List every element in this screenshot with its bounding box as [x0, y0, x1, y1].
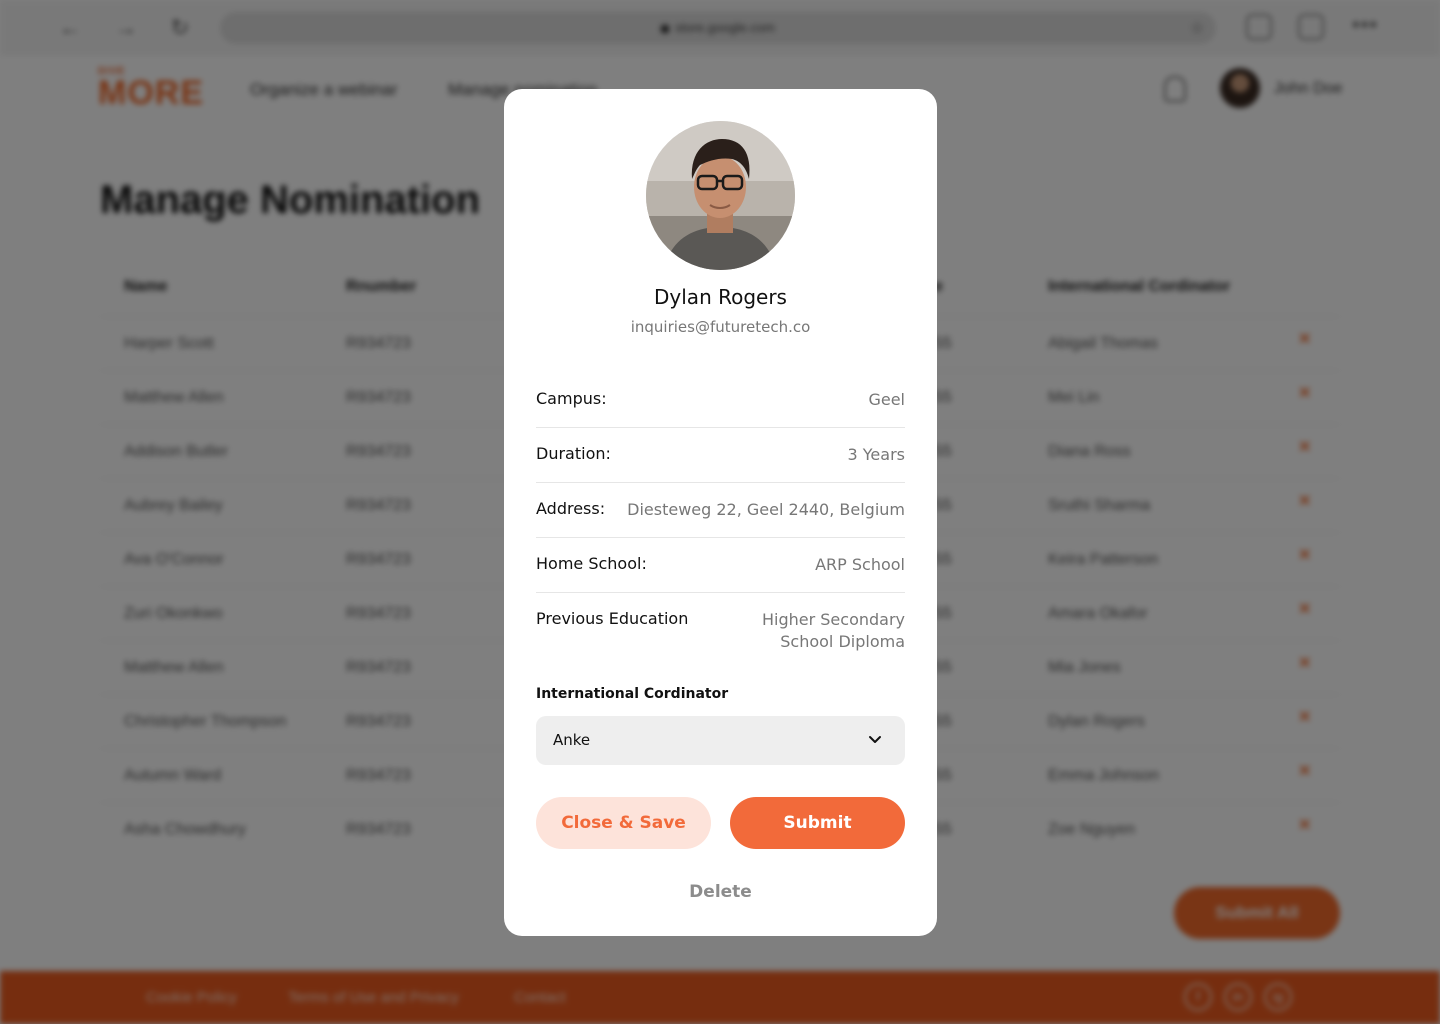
coordinator-select[interactable]: Anke	[536, 716, 905, 765]
close-save-button[interactable]: Close & Save	[536, 797, 711, 849]
divider	[536, 427, 905, 428]
detail-label: Address:	[536, 499, 606, 518]
submit-button[interactable]: Submit	[730, 797, 905, 849]
detail-value: Higher Secondary School Diploma	[762, 609, 905, 653]
detail-label: Campus:	[536, 389, 607, 408]
detail-value: 3 Years	[847, 445, 905, 464]
detail-value-line-1: Higher Secondary	[761, 610, 905, 629]
delete-button[interactable]: Delete	[504, 882, 937, 902]
divider	[536, 537, 905, 538]
detail-value: ARP School	[815, 555, 905, 574]
divider	[536, 482, 905, 483]
profile-email: inquiries@futuretech.co	[630, 318, 811, 336]
detail-value-line-2: School Diploma	[780, 632, 905, 651]
nomination-detail-modal: Dylan Rogers inquiries@futuretech.co Cam…	[504, 89, 937, 936]
profile-name: Dylan Rogers	[654, 285, 787, 309]
detail-value: Geel	[868, 390, 905, 409]
detail-value: Diesteweg 22, Geel 2440, Belgium	[627, 500, 905, 519]
profile-photo-icon	[646, 121, 795, 270]
chevron-down-icon	[869, 736, 881, 743]
detail-label: Home School:	[536, 554, 647, 573]
divider	[536, 592, 905, 593]
detail-label: Duration:	[536, 444, 611, 463]
coordinator-selected-value: Anke	[553, 731, 591, 749]
profile-avatar	[646, 121, 795, 270]
detail-label: Previous Education	[536, 609, 689, 628]
coordinator-label: International Cordinator	[536, 686, 729, 702]
